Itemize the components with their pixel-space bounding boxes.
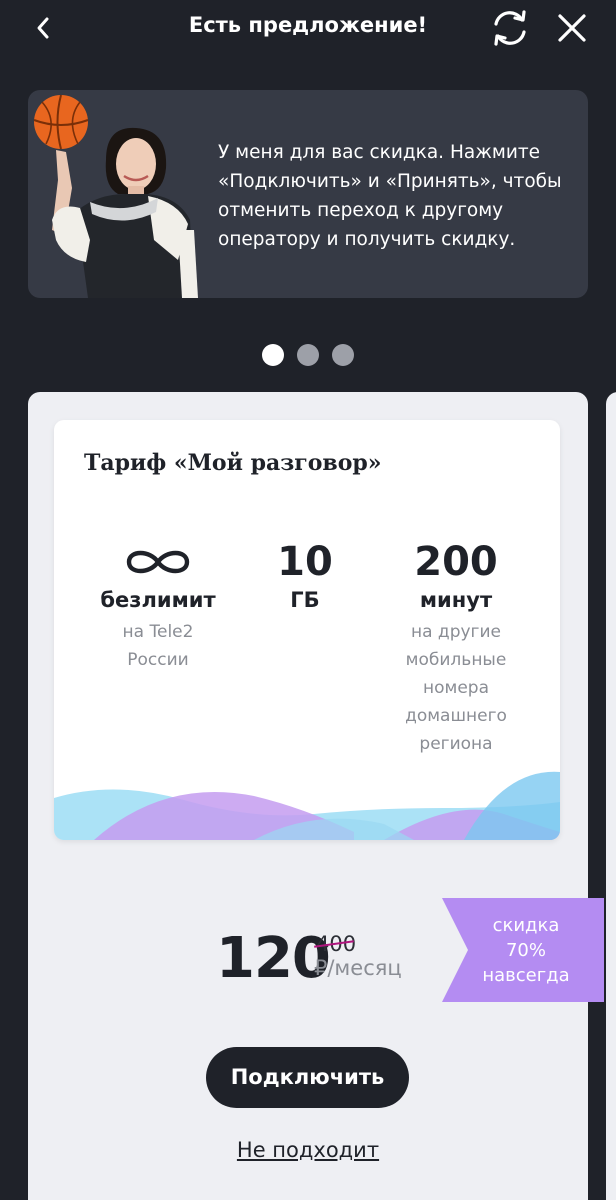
feature-data: 10 ГБ (260, 538, 350, 612)
carousel-dot-1[interactable] (262, 344, 284, 366)
infinity-icon (126, 550, 190, 574)
refresh-icon (494, 10, 526, 46)
feature-minutes-unit: минут (419, 588, 493, 612)
close-button[interactable] (550, 6, 594, 50)
old-price: 400 (314, 932, 356, 956)
promo-banner: У меня для вас скидка. Нажмите «Подключи… (28, 90, 588, 298)
carousel-pagination (262, 344, 354, 366)
feature-unlimited-desc: на Tele2 России (122, 622, 194, 670)
connect-button[interactable]: Подключить (206, 1047, 409, 1108)
refresh-button[interactable] (488, 6, 532, 50)
current-price: 120 (216, 926, 331, 991)
decline-link[interactable]: Не подходит (0, 1138, 616, 1162)
tariff-card: Тариф «Мой разговор» безлимит на Tele2 Р… (54, 420, 560, 840)
carousel-dot-2[interactable] (297, 344, 319, 366)
header: Есть предложение! (0, 0, 616, 56)
feature-unlimited: безлимит на Tele2 России (84, 538, 232, 674)
presenter-illustration (33, 94, 198, 298)
decorative-waves (54, 771, 560, 840)
feature-data-unit: ГБ (290, 588, 320, 612)
feature-minutes: 200 минут на другие мобильные номера дом… (390, 538, 522, 758)
discount-text: скидка 70% навсегда (482, 915, 570, 986)
feature-minutes-value: 200 (414, 539, 498, 585)
next-offer-card-peek[interactable] (606, 392, 616, 1200)
feature-minutes-desc: на другие мобильные номера домашнего рег… (405, 622, 507, 754)
feature-unlimited-label: безлимит (100, 588, 216, 612)
price-unit: ₽/месяц (314, 956, 402, 980)
promo-text: У меня для вас скидка. Нажмите «Подключи… (218, 142, 562, 250)
feature-data-value: 10 (277, 539, 333, 585)
tariff-name: Тариф «Мой разговор» (84, 450, 382, 476)
carousel-dot-3[interactable] (332, 344, 354, 366)
close-icon (558, 14, 586, 42)
